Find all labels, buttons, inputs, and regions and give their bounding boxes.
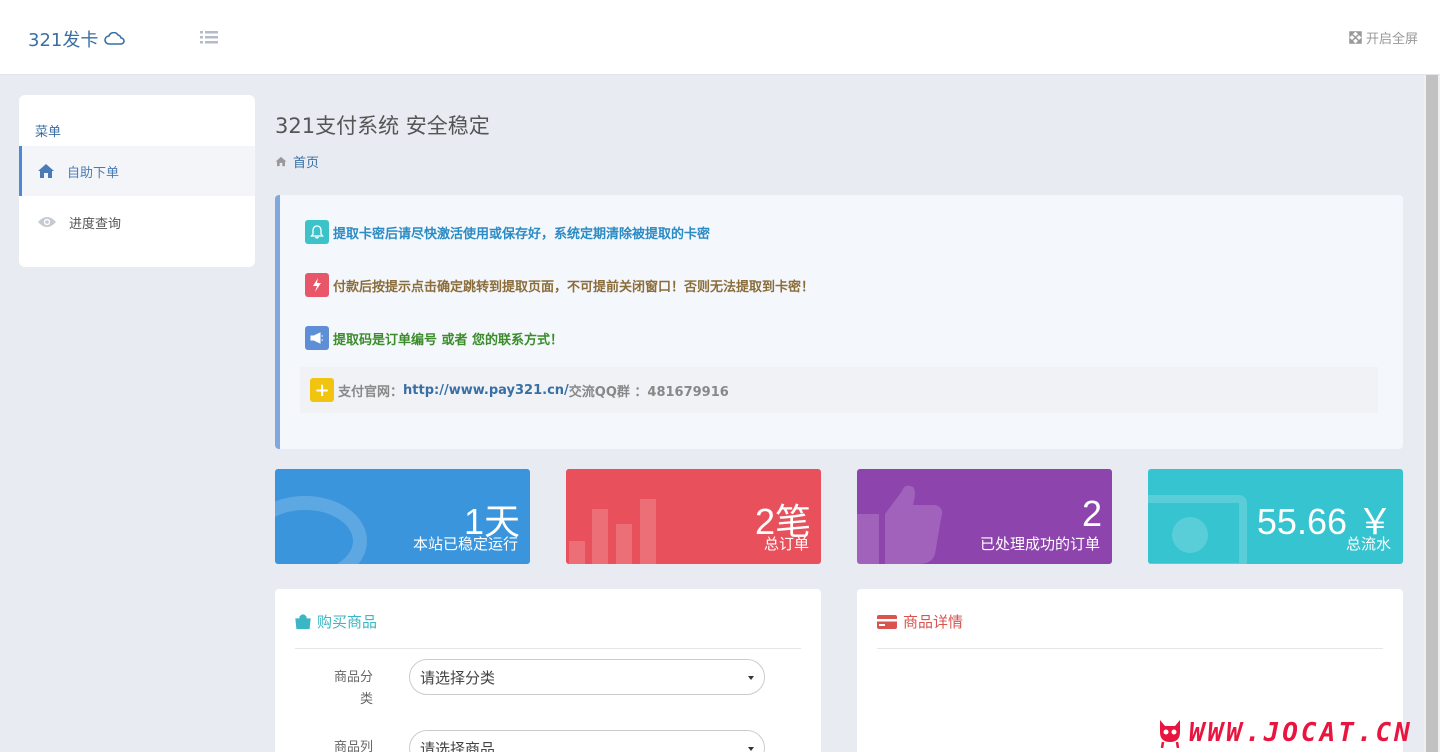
product-select[interactable]: 请选择商品: [409, 730, 765, 752]
speedometer-icon: [275, 496, 367, 564]
stat-card-total-orders: 2笔 总订单: [566, 469, 821, 564]
scrollbar[interactable]: [1424, 75, 1440, 752]
brand-logo[interactable]: 321发卡: [28, 26, 126, 52]
bolt-icon: [305, 273, 329, 297]
category-select[interactable]: 请选择分类: [409, 659, 765, 695]
official-site-link[interactable]: http://www.pay321.cn/: [403, 383, 569, 398]
notice-item: + 支付官网： http://www.pay321.cn/ 交流QQ群 ：481…: [310, 378, 729, 402]
product-label: 商品列表: [333, 740, 373, 752]
divider: [295, 648, 801, 649]
sidebar-title: 菜单: [35, 125, 62, 140]
thumbs-up-icon: [857, 485, 943, 564]
panel-title: 购买商品: [317, 613, 378, 631]
megaphone-icon: [305, 326, 329, 350]
sidebar-item-self-order[interactable]: 自助下单: [19, 146, 255, 196]
panel-title: 商品详情: [903, 613, 964, 631]
category-select-value: 请选择分类: [420, 668, 496, 687]
notice-footer-prefix: 支付官网：: [338, 384, 404, 400]
stat-value: 2: [1081, 493, 1102, 534]
notice-text: 提取码是订单编号 或者 您的联系方式！: [333, 332, 564, 348]
breadcrumb-home[interactable]: 首页: [293, 152, 319, 171]
notice-footer-suffix: 交流QQ群 ：481679916: [568, 384, 729, 400]
notice-footer: + 支付官网： http://www.pay321.cn/ 交流QQ群 ：481…: [300, 367, 1378, 413]
category-label: 商品分类: [333, 670, 373, 707]
watermark-text: WWW.JOCAT.CN: [1189, 718, 1413, 748]
stat-card-uptime: 1天 本站已稳定运行: [275, 469, 530, 564]
stat-card-total-revenue: 55.66 ￥ 总流水: [1148, 469, 1403, 564]
notice-text: 提取卡密后请尽快激活使用或保存好，系统定期清除被提取的卡密: [333, 226, 711, 242]
stat-label: 总订单: [763, 535, 809, 553]
bar-chart-icon: [569, 499, 656, 564]
cat-icon: [1160, 720, 1180, 748]
credit-card-icon: [877, 614, 897, 629]
fullscreen-button[interactable]: 开启全屏: [1349, 28, 1418, 47]
breadcrumb[interactable]: 首页: [275, 152, 319, 171]
plus-icon: +: [310, 378, 334, 402]
watermark-logo: WWW.JOCAT.CN: [1157, 718, 1413, 748]
page-title: 321支付系统 安全稳定: [275, 114, 490, 138]
notice-text: 付款后按提示点击确定跳转到提取页面，不可提前关闭窗口！否则无法提取到卡密！: [333, 279, 815, 295]
sidebar: 菜单 自助下单 进度查询: [19, 95, 255, 267]
scrollbar-thumb[interactable]: [1426, 75, 1438, 752]
money-icon: [1148, 495, 1247, 564]
notice-item: 提取卡密后请尽快激活使用或保存好，系统定期清除被提取的卡密: [305, 220, 710, 244]
caret-down-icon: [748, 676, 754, 680]
panel-header: 商品详情: [877, 611, 963, 632]
sidebar-item-label: 自助下单: [67, 165, 120, 181]
notice-box: 提取卡密后请尽快激活使用或保存好，系统定期清除被提取的卡密 付款后按提示点击确定…: [275, 195, 1403, 449]
panel-header: 购买商品: [295, 611, 377, 632]
top-bar: 321发卡 开启全屏: [0, 0, 1440, 75]
stat-label: 本站已稳定运行: [412, 535, 518, 553]
sidebar-item-progress-query[interactable]: 进度查询: [19, 197, 255, 247]
buy-product-panel: 购买商品 商品分类 请选择分类 商品列表 请选择商品: [275, 589, 821, 752]
fullscreen-label: 开启全屏: [1365, 32, 1418, 47]
divider: [877, 648, 1383, 649]
home-icon: [38, 164, 54, 178]
home-icon: [275, 156, 287, 167]
list-icon[interactable]: [198, 28, 220, 48]
shopping-bag-icon: [295, 614, 311, 629]
product-select-value: 请选择商品: [420, 739, 496, 752]
caret-down-icon: [748, 747, 754, 751]
notice-item: 付款后按提示点击确定跳转到提取页面，不可提前关闭窗口！否则无法提取到卡密！: [305, 273, 814, 297]
sidebar-item-label: 进度查询: [69, 216, 122, 232]
cloud-icon: [104, 32, 126, 45]
eye-icon: [38, 217, 56, 227]
stat-card-success-orders: 2 已处理成功的订单: [857, 469, 1112, 564]
bell-icon: [305, 220, 329, 244]
stat-label: 总流水: [1345, 535, 1391, 553]
brand-text: 321发卡: [28, 30, 99, 51]
expand-icon: [1349, 31, 1362, 44]
notice-item: 提取码是订单编号 或者 您的联系方式！: [305, 326, 563, 350]
stat-label: 已处理成功的订单: [979, 535, 1100, 553]
